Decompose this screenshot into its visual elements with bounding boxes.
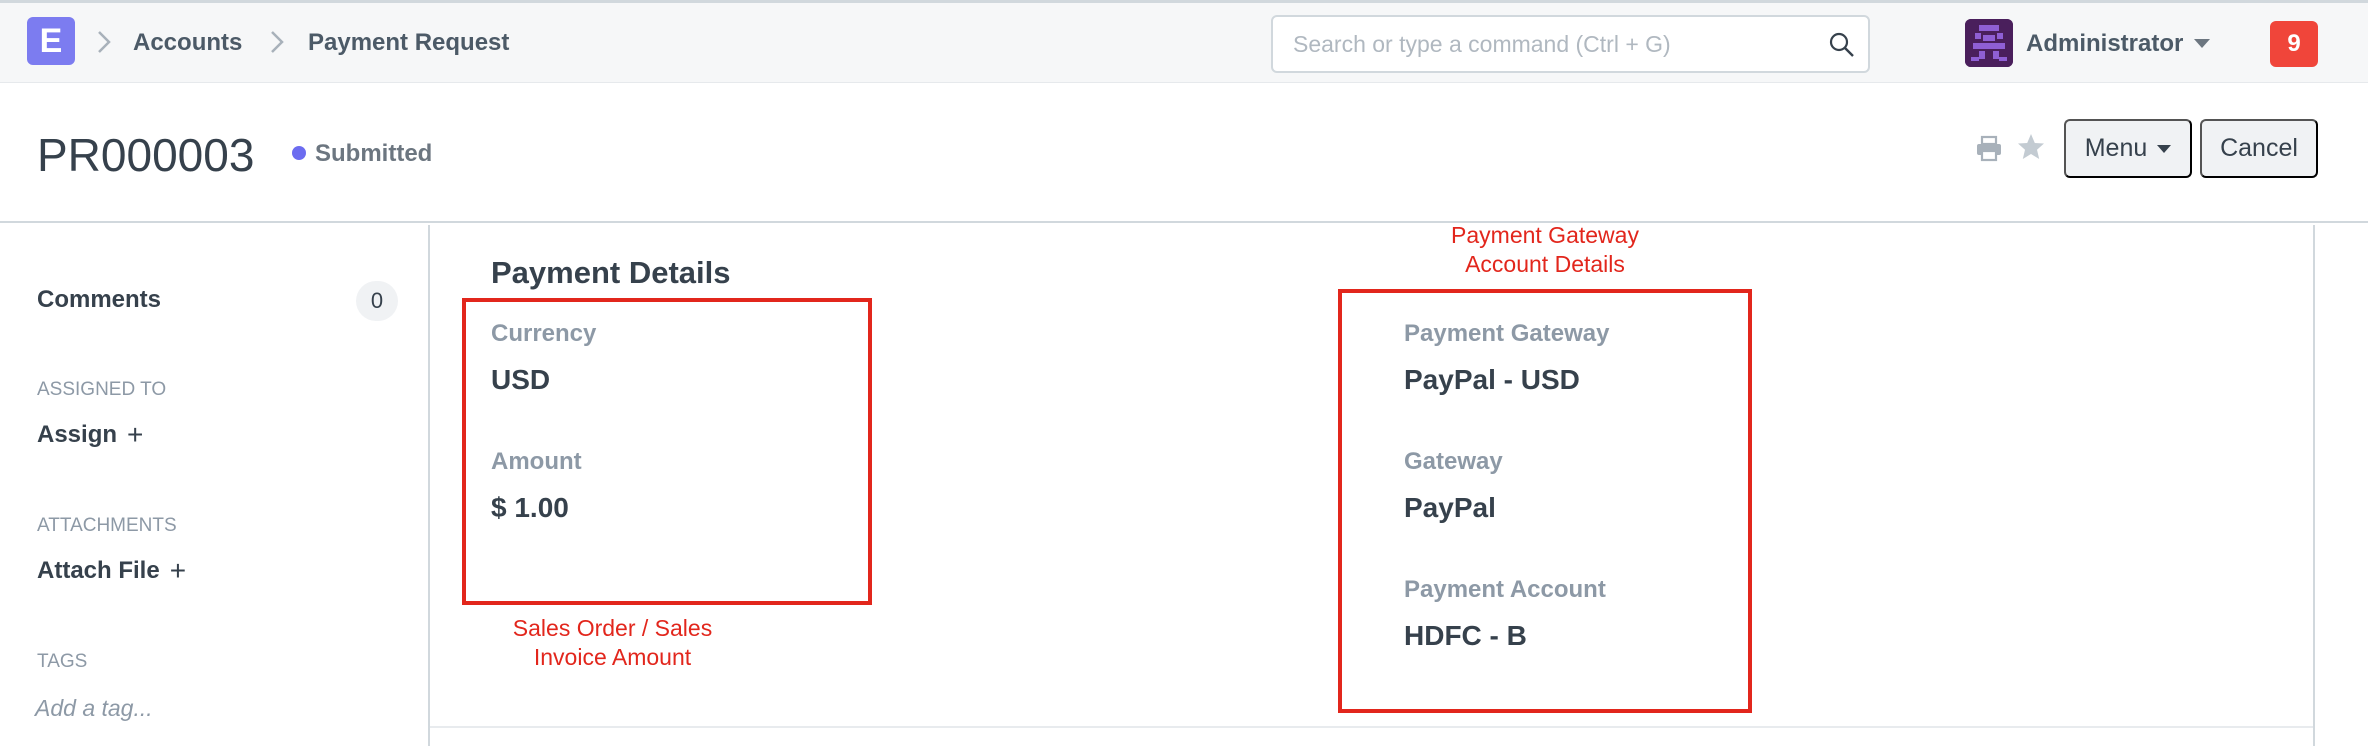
menu-button[interactable]: Menu [2064,119,2192,178]
annotation-box-gateway [1338,289,1752,713]
chevron-right-icon [271,31,284,53]
annotation-caption-gateway: Payment Gateway Account Details [1395,221,1695,279]
tags-label: TAGS [37,651,88,672]
user-avatar[interactable] [1965,19,2013,67]
annotation-caption-line: Payment Gateway [1451,222,1639,248]
annotation-caption-line: Account Details [1465,251,1625,277]
caret-down-icon[interactable] [2194,39,2210,48]
form-sidebar: Comments 0 ASSIGNED TO Assign + ATTACHMEN… [0,225,428,746]
search-input[interactable] [1273,17,1813,71]
menu-button-label: Menu [2084,134,2148,162]
annotation-caption-line: Invoice Amount [533,644,692,670]
avatar-identicon-icon [1965,19,2013,67]
annotation-caption-amount: Sales Order / Sales Invoice Amount [470,614,755,672]
status-badge: Submitted [315,140,433,167]
notification-badge[interactable]: 9 [2270,21,2318,67]
cancel-button[interactable]: Cancel [2200,119,2318,178]
plus-icon: + [169,555,187,586]
navbar: E Accounts Payment Request Search or typ… [0,0,2368,83]
assign-label: Assign [37,421,118,448]
user-menu-name[interactable]: Administrator [2026,30,2183,58]
chevron-right-icon [98,31,111,53]
breadcrumb-accounts[interactable]: Accounts [133,29,242,57]
caret-down-icon [2157,144,2172,153]
section-divider [430,726,2313,728]
annotation-caption-line: Sales Order / Sales [512,615,713,641]
attach-file-label: Attach File [37,557,160,584]
search-icon[interactable] [1828,31,1856,59]
comments-count-badge: 0 [356,281,398,321]
app-logo[interactable]: E [27,17,75,65]
add-tag-input[interactable]: Add a tag... [35,695,153,722]
star-icon[interactable] [2016,132,2046,162]
print-icon[interactable] [1974,133,2004,163]
status-indicator-dot [292,146,306,160]
section-title: Payment Details [491,255,731,290]
comments-link[interactable]: Comments [37,286,161,314]
assigned-to-label: ASSIGNED TO [37,379,167,400]
breadcrumb-payment-request[interactable]: Payment Request [308,29,509,57]
annotation-box-amount [462,298,872,605]
search-bar[interactable] [1271,15,1870,73]
page-head: PR000003 Submitted Menu Cancel [0,83,2368,223]
assign-button[interactable]: Assign + [37,419,143,451]
attachments-label: ATTACHMENTS [37,515,177,536]
attach-file-button[interactable]: Attach File + [37,555,186,587]
page-title: PR000003 [37,129,255,181]
plus-icon: + [127,419,144,450]
